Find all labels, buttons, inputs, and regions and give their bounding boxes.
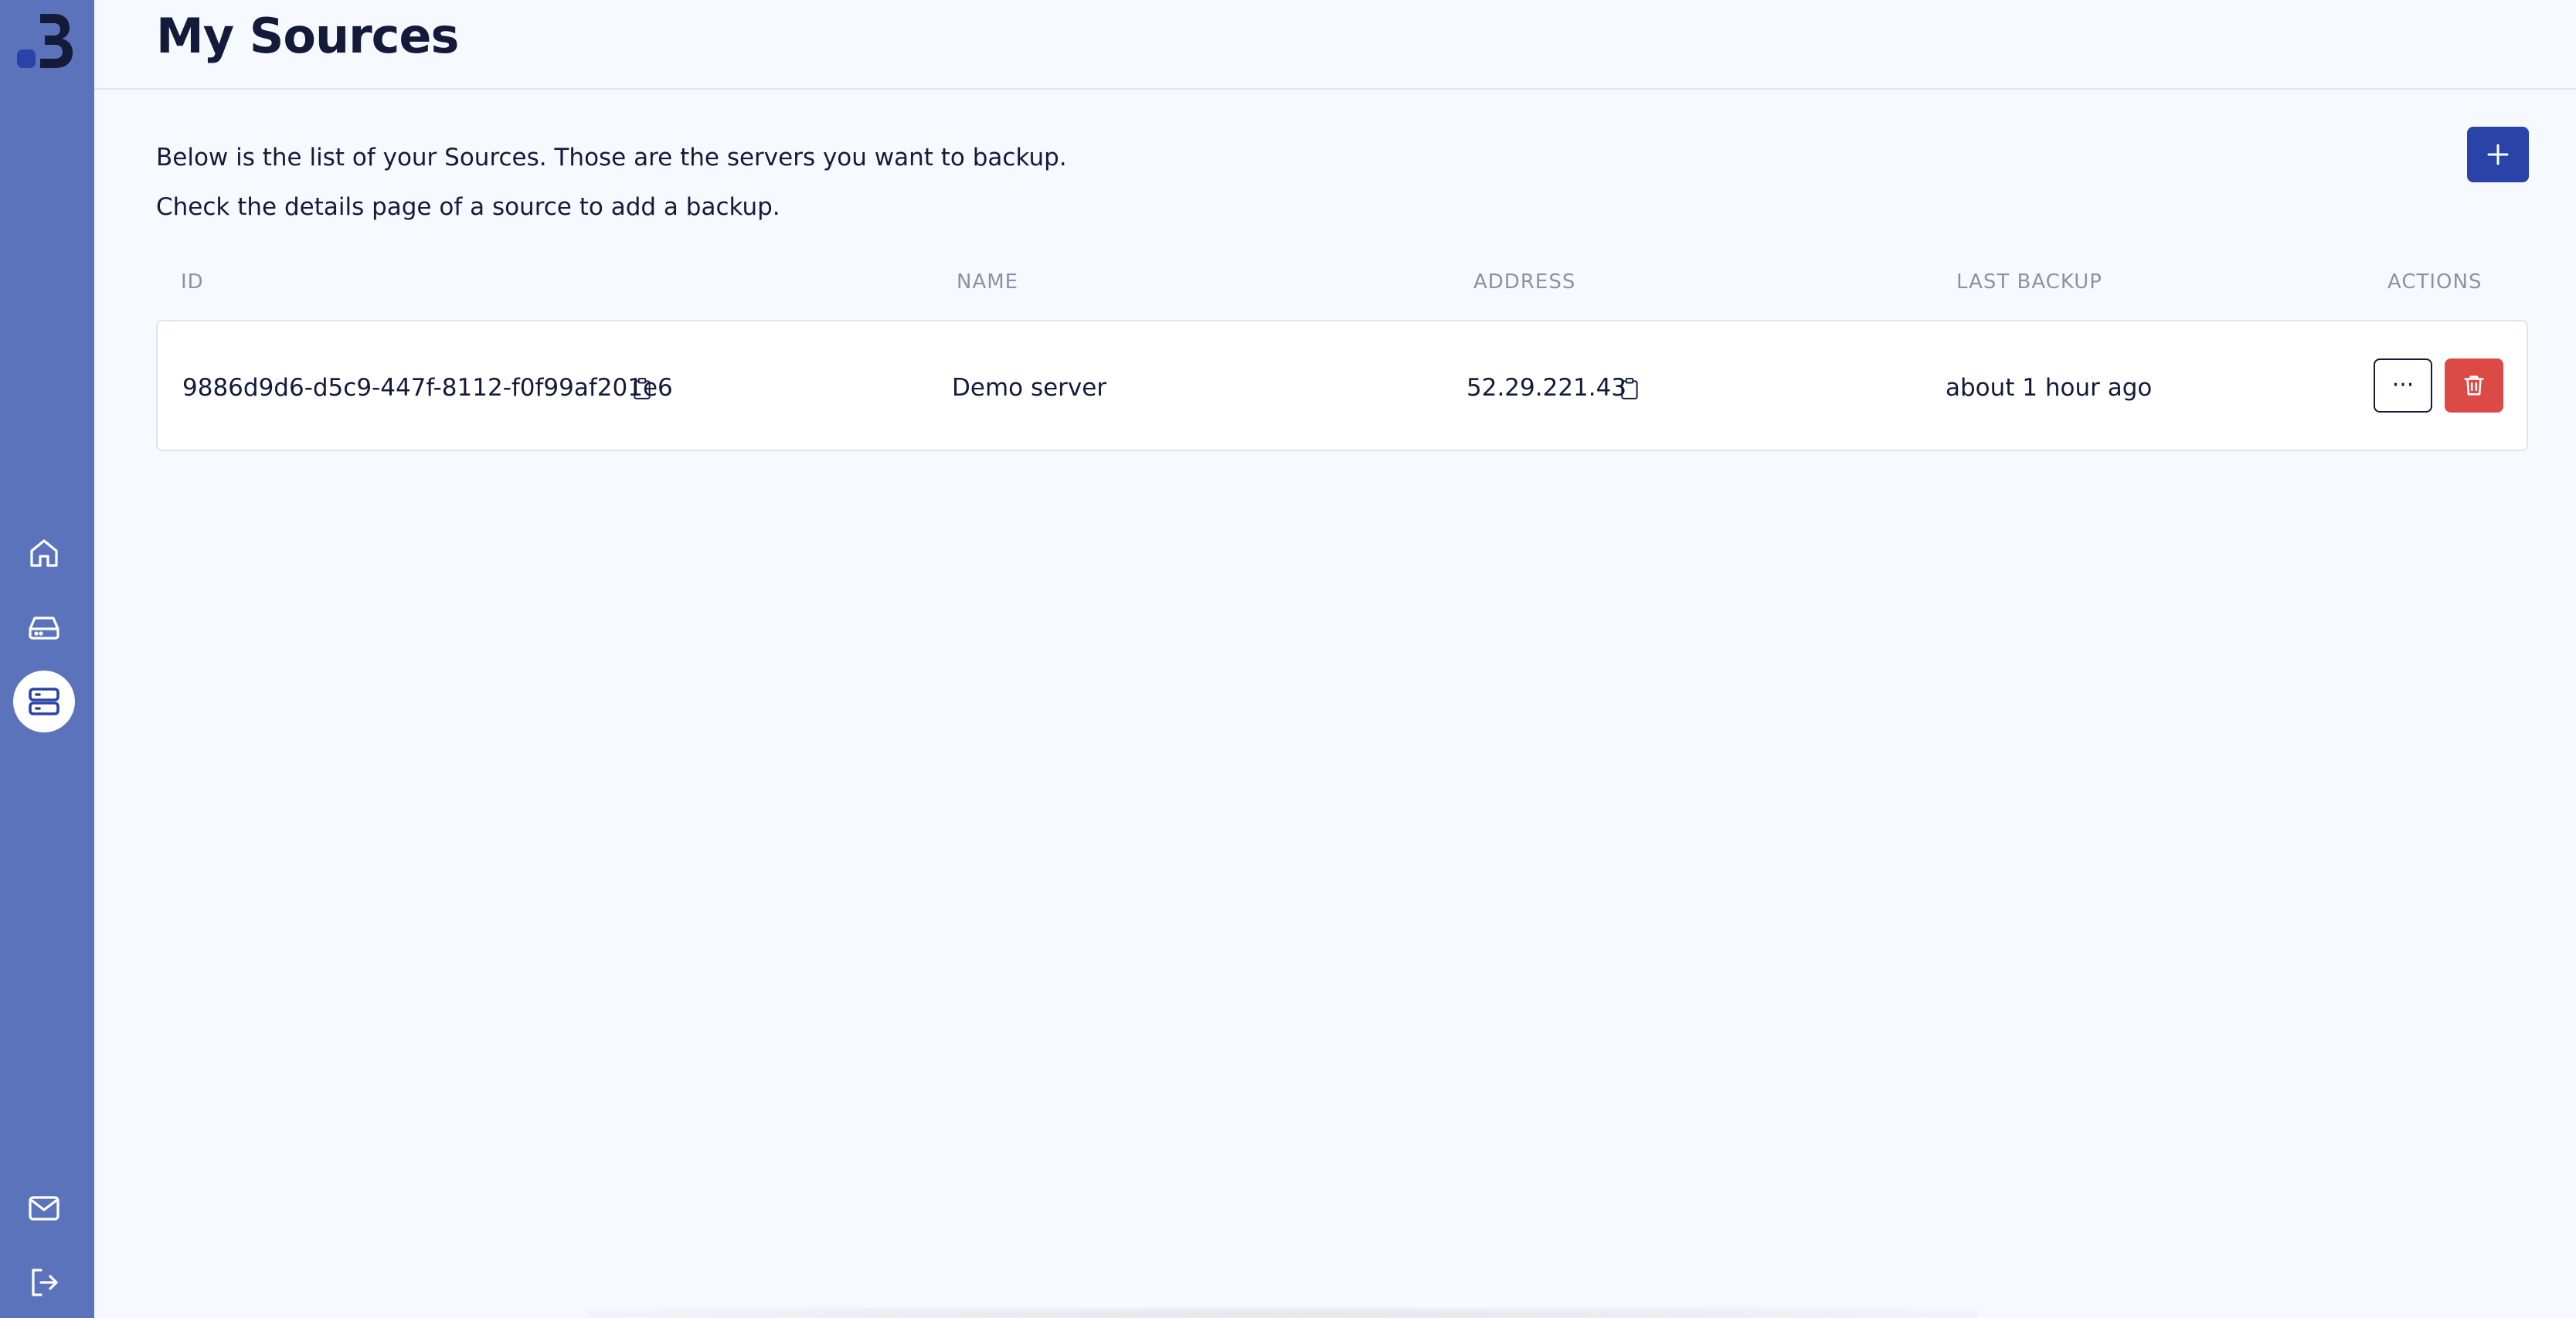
mail-icon — [29, 1196, 59, 1221]
source-name: Demo server — [952, 374, 1107, 402]
copy-id-icon[interactable] — [632, 377, 652, 400]
column-header-name: NAME — [957, 270, 1019, 294]
intro-line-2: Check the details page of a source to ad… — [156, 193, 780, 221]
table-row[interactable]: 9886d9d6-d5c9-447f-8112-f0f99af201e6 Dem… — [156, 320, 2528, 451]
bottom-edge-shadow — [587, 1307, 1978, 1318]
intro-line-1: Below is the list of your Sources. Those… — [156, 144, 1067, 172]
sidebar-item-logout[interactable] — [13, 1252, 75, 1313]
add-source-button[interactable] — [2467, 127, 2529, 182]
plus-icon — [2487, 144, 2509, 165]
brand-logo[interactable] — [14, 9, 76, 71]
source-last-backup: about 1 hour ago — [1946, 374, 2153, 402]
copy-address-icon[interactable] — [1619, 377, 1640, 400]
trash-icon — [2464, 375, 2484, 396]
delete-source-button[interactable] — [2445, 358, 2503, 413]
app-root: My Sources Below is the list of your Sou… — [0, 0, 2576, 1318]
column-header-address: ADDRESS — [1473, 270, 1576, 294]
sidebar-item-storage[interactable] — [13, 596, 75, 658]
page-title: My Sources — [156, 8, 459, 64]
server-icon — [29, 688, 59, 715]
sidebar — [0, 0, 94, 1318]
sidebar-item-sources[interactable] — [13, 671, 75, 732]
column-header-id: ID — [181, 270, 204, 294]
more-actions-button[interactable]: ··· — [2374, 358, 2432, 413]
column-header-last-backup: LAST BACKUP — [1956, 270, 2102, 294]
sidebar-item-contact[interactable] — [13, 1177, 75, 1239]
sidebar-item-home[interactable] — [13, 522, 75, 584]
home-icon — [30, 539, 58, 567]
hard-drive-icon — [29, 617, 59, 640]
column-header-actions: ACTIONS — [2387, 270, 2483, 294]
logout-icon — [32, 1269, 58, 1296]
source-address: 52.29.221.43 — [1466, 374, 1627, 402]
page-header: My Sources — [94, 0, 2576, 90]
source-id: 9886d9d6-d5c9-447f-8112-f0f99af201e6 — [182, 374, 673, 402]
